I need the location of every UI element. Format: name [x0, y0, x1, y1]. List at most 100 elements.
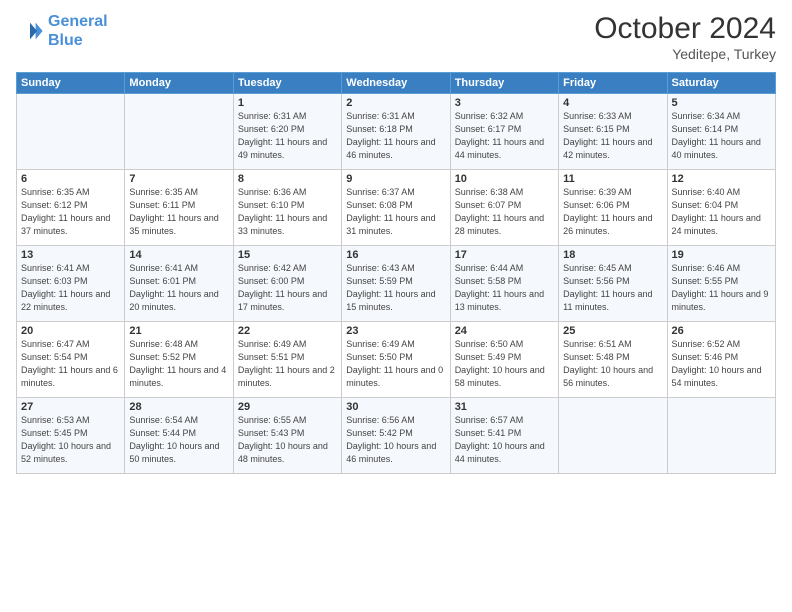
- week-row-4: 20Sunrise: 6:47 AM Sunset: 5:54 PM Dayli…: [17, 322, 776, 398]
- day-cell: 12Sunrise: 6:40 AM Sunset: 6:04 PM Dayli…: [667, 170, 775, 246]
- day-info: Sunrise: 6:31 AM Sunset: 6:20 PM Dayligh…: [238, 110, 337, 162]
- header: General Blue October 2024 Yeditepe, Turk…: [16, 12, 776, 62]
- day-cell: 8Sunrise: 6:36 AM Sunset: 6:10 PM Daylig…: [233, 170, 341, 246]
- calendar-table: Sunday Monday Tuesday Wednesday Thursday…: [16, 72, 776, 474]
- day-info: Sunrise: 6:56 AM Sunset: 5:42 PM Dayligh…: [346, 414, 445, 466]
- day-cell: 2Sunrise: 6:31 AM Sunset: 6:18 PM Daylig…: [342, 94, 450, 170]
- col-tuesday: Tuesday: [233, 73, 341, 94]
- day-number: 19: [672, 249, 771, 261]
- day-info: Sunrise: 6:35 AM Sunset: 6:12 PM Dayligh…: [21, 186, 120, 238]
- day-info: Sunrise: 6:37 AM Sunset: 6:08 PM Dayligh…: [346, 186, 445, 238]
- month-title: October 2024: [594, 12, 776, 46]
- day-number: 14: [129, 249, 228, 261]
- day-cell: 28Sunrise: 6:54 AM Sunset: 5:44 PM Dayli…: [125, 398, 233, 474]
- day-number: 6: [21, 173, 120, 185]
- day-number: 22: [238, 325, 337, 337]
- day-cell: 14Sunrise: 6:41 AM Sunset: 6:01 PM Dayli…: [125, 246, 233, 322]
- col-monday: Monday: [125, 73, 233, 94]
- day-number: 13: [21, 249, 120, 261]
- day-number: 8: [238, 173, 337, 185]
- col-thursday: Thursday: [450, 73, 558, 94]
- day-cell: 25Sunrise: 6:51 AM Sunset: 5:48 PM Dayli…: [559, 322, 667, 398]
- day-info: Sunrise: 6:47 AM Sunset: 5:54 PM Dayligh…: [21, 338, 120, 390]
- day-number: 11: [563, 173, 662, 185]
- day-cell: 3Sunrise: 6:32 AM Sunset: 6:17 PM Daylig…: [450, 94, 558, 170]
- day-info: Sunrise: 6:32 AM Sunset: 6:17 PM Dayligh…: [455, 110, 554, 162]
- day-cell: 6Sunrise: 6:35 AM Sunset: 6:12 PM Daylig…: [17, 170, 125, 246]
- logo-icon: [16, 17, 44, 45]
- day-cell: 23Sunrise: 6:49 AM Sunset: 5:50 PM Dayli…: [342, 322, 450, 398]
- day-number: 15: [238, 249, 337, 261]
- day-info: Sunrise: 6:36 AM Sunset: 6:10 PM Dayligh…: [238, 186, 337, 238]
- day-cell: 17Sunrise: 6:44 AM Sunset: 5:58 PM Dayli…: [450, 246, 558, 322]
- day-cell: [125, 94, 233, 170]
- day-info: Sunrise: 6:38 AM Sunset: 6:07 PM Dayligh…: [455, 186, 554, 238]
- day-info: Sunrise: 6:43 AM Sunset: 5:59 PM Dayligh…: [346, 262, 445, 314]
- header-row: Sunday Monday Tuesday Wednesday Thursday…: [17, 73, 776, 94]
- day-info: Sunrise: 6:39 AM Sunset: 6:06 PM Dayligh…: [563, 186, 662, 238]
- day-number: 10: [455, 173, 554, 185]
- day-number: 5: [672, 97, 771, 109]
- day-number: 29: [238, 401, 337, 413]
- day-number: 21: [129, 325, 228, 337]
- day-number: 31: [455, 401, 554, 413]
- day-number: 25: [563, 325, 662, 337]
- day-number: 26: [672, 325, 771, 337]
- day-cell: 19Sunrise: 6:46 AM Sunset: 5:55 PM Dayli…: [667, 246, 775, 322]
- page: General Blue October 2024 Yeditepe, Turk…: [0, 0, 792, 612]
- day-info: Sunrise: 6:35 AM Sunset: 6:11 PM Dayligh…: [129, 186, 228, 238]
- day-cell: [559, 398, 667, 474]
- day-cell: 18Sunrise: 6:45 AM Sunset: 5:56 PM Dayli…: [559, 246, 667, 322]
- day-info: Sunrise: 6:45 AM Sunset: 5:56 PM Dayligh…: [563, 262, 662, 314]
- day-cell: 1Sunrise: 6:31 AM Sunset: 6:20 PM Daylig…: [233, 94, 341, 170]
- col-sunday: Sunday: [17, 73, 125, 94]
- day-cell: 11Sunrise: 6:39 AM Sunset: 6:06 PM Dayli…: [559, 170, 667, 246]
- day-number: 9: [346, 173, 445, 185]
- day-info: Sunrise: 6:54 AM Sunset: 5:44 PM Dayligh…: [129, 414, 228, 466]
- day-info: Sunrise: 6:49 AM Sunset: 5:50 PM Dayligh…: [346, 338, 445, 390]
- col-wednesday: Wednesday: [342, 73, 450, 94]
- day-number: 28: [129, 401, 228, 413]
- day-number: 18: [563, 249, 662, 261]
- day-cell: 7Sunrise: 6:35 AM Sunset: 6:11 PM Daylig…: [125, 170, 233, 246]
- day-info: Sunrise: 6:44 AM Sunset: 5:58 PM Dayligh…: [455, 262, 554, 314]
- day-info: Sunrise: 6:33 AM Sunset: 6:15 PM Dayligh…: [563, 110, 662, 162]
- day-number: 12: [672, 173, 771, 185]
- day-number: 7: [129, 173, 228, 185]
- day-info: Sunrise: 6:31 AM Sunset: 6:18 PM Dayligh…: [346, 110, 445, 162]
- day-info: Sunrise: 6:55 AM Sunset: 5:43 PM Dayligh…: [238, 414, 337, 466]
- day-number: 4: [563, 97, 662, 109]
- day-cell: 9Sunrise: 6:37 AM Sunset: 6:08 PM Daylig…: [342, 170, 450, 246]
- day-cell: 29Sunrise: 6:55 AM Sunset: 5:43 PM Dayli…: [233, 398, 341, 474]
- day-number: 16: [346, 249, 445, 261]
- day-cell: 27Sunrise: 6:53 AM Sunset: 5:45 PM Dayli…: [17, 398, 125, 474]
- week-row-2: 6Sunrise: 6:35 AM Sunset: 6:12 PM Daylig…: [17, 170, 776, 246]
- day-cell: 5Sunrise: 6:34 AM Sunset: 6:14 PM Daylig…: [667, 94, 775, 170]
- day-number: 20: [21, 325, 120, 337]
- day-cell: 16Sunrise: 6:43 AM Sunset: 5:59 PM Dayli…: [342, 246, 450, 322]
- day-info: Sunrise: 6:52 AM Sunset: 5:46 PM Dayligh…: [672, 338, 771, 390]
- day-cell: 20Sunrise: 6:47 AM Sunset: 5:54 PM Dayli…: [17, 322, 125, 398]
- title-block: October 2024 Yeditepe, Turkey: [594, 12, 776, 62]
- day-cell: 13Sunrise: 6:41 AM Sunset: 6:03 PM Dayli…: [17, 246, 125, 322]
- day-info: Sunrise: 6:42 AM Sunset: 6:00 PM Dayligh…: [238, 262, 337, 314]
- day-number: 23: [346, 325, 445, 337]
- day-info: Sunrise: 6:53 AM Sunset: 5:45 PM Dayligh…: [21, 414, 120, 466]
- day-info: Sunrise: 6:41 AM Sunset: 6:01 PM Dayligh…: [129, 262, 228, 314]
- day-number: 2: [346, 97, 445, 109]
- day-cell: [17, 94, 125, 170]
- day-number: 30: [346, 401, 445, 413]
- day-info: Sunrise: 6:48 AM Sunset: 5:52 PM Dayligh…: [129, 338, 228, 390]
- day-info: Sunrise: 6:41 AM Sunset: 6:03 PM Dayligh…: [21, 262, 120, 314]
- col-saturday: Saturday: [667, 73, 775, 94]
- day-number: 3: [455, 97, 554, 109]
- week-row-5: 27Sunrise: 6:53 AM Sunset: 5:45 PM Dayli…: [17, 398, 776, 474]
- day-cell: 15Sunrise: 6:42 AM Sunset: 6:00 PM Dayli…: [233, 246, 341, 322]
- logo: General Blue: [16, 12, 108, 50]
- week-row-1: 1Sunrise: 6:31 AM Sunset: 6:20 PM Daylig…: [17, 94, 776, 170]
- day-info: Sunrise: 6:57 AM Sunset: 5:41 PM Dayligh…: [455, 414, 554, 466]
- day-cell: 22Sunrise: 6:49 AM Sunset: 5:51 PM Dayli…: [233, 322, 341, 398]
- day-cell: 24Sunrise: 6:50 AM Sunset: 5:49 PM Dayli…: [450, 322, 558, 398]
- day-cell: [667, 398, 775, 474]
- day-number: 1: [238, 97, 337, 109]
